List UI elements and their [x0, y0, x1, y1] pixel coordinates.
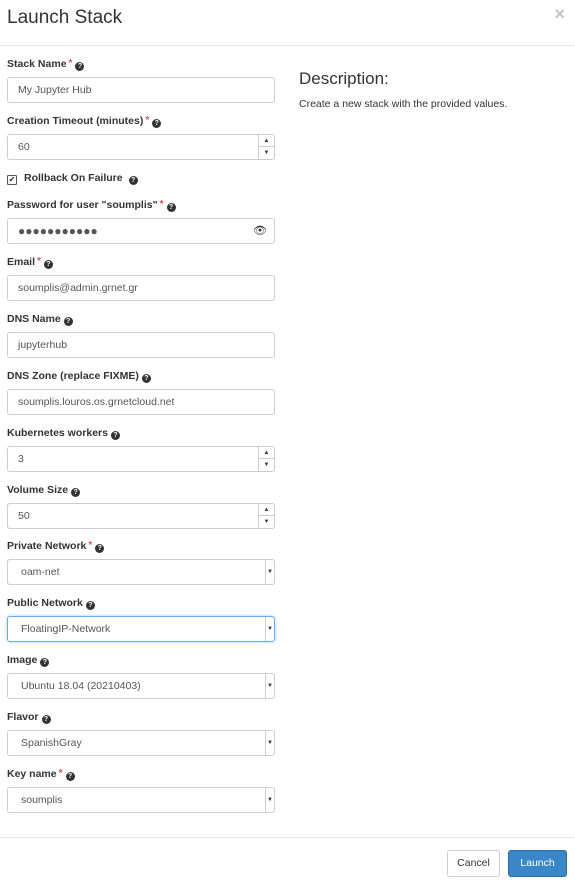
required-marker: *: [145, 115, 150, 126]
dns-name-label: DNS Name: [7, 313, 61, 325]
flavor-select[interactable]: SpanishGray ▼: [7, 730, 275, 756]
required-marker: *: [88, 540, 93, 551]
creation-timeout-field: Creation Timeout (minutes) *? 60 ▲ ▼: [7, 114, 275, 160]
email-label: Email: [7, 256, 36, 268]
email-field: Email *? soumplis@admin.grnet.gr: [7, 255, 275, 301]
private-network-label: Private Network: [7, 540, 87, 552]
modal-header: Launch Stack ×: [0, 0, 575, 46]
spinner-up-icon[interactable]: ▲: [259, 504, 274, 516]
volume-size-input[interactable]: 50 ▲ ▼: [7, 503, 275, 529]
help-icon[interactable]: ?: [43, 260, 53, 269]
private-network-value: oam-net: [21, 566, 60, 578]
dropdown-arrow-icon[interactable]: ▼: [265, 788, 274, 812]
help-icon[interactable]: ?: [41, 715, 51, 724]
flavor-field: Flavor? SpanishGray ▼: [7, 710, 275, 756]
key-name-label: Key name: [7, 768, 57, 780]
close-icon[interactable]: ×: [554, 4, 565, 25]
public-network-field: Public Network? FloatingIP-Network ▼: [7, 596, 275, 642]
number-stepper: ▲ ▼: [258, 447, 274, 471]
description-title: Description:: [299, 69, 389, 88]
help-icon[interactable]: ?: [71, 488, 81, 497]
stack-name-label: Stack Name: [7, 58, 67, 70]
dropdown-arrow-icon[interactable]: ▼: [265, 731, 274, 755]
creation-timeout-input[interactable]: 60 ▲ ▼: [7, 134, 275, 160]
email-input[interactable]: soumplis@admin.grnet.gr: [7, 275, 275, 301]
spinner-down-icon[interactable]: ▼: [259, 516, 274, 528]
cancel-button[interactable]: Cancel: [447, 850, 500, 877]
dns-zone-label: DNS Zone (replace FIXME): [7, 370, 139, 382]
dns-zone-input[interactable]: soumplis.louros.os.grnetcloud.net: [7, 389, 275, 415]
public-network-select[interactable]: FloatingIP-Network ▼: [7, 616, 275, 642]
volume-size-value: 50: [18, 510, 30, 522]
public-network-value: FloatingIP-Network: [21, 623, 111, 635]
key-name-field: Key name *? soumplis ▼: [7, 767, 275, 813]
help-icon[interactable]: ?: [166, 203, 176, 212]
dns-name-field: DNS Name? jupyterhub: [7, 312, 275, 358]
private-network-field: Private Network *? oam-net ▼: [7, 539, 275, 585]
modal-footer: Cancel Launch: [0, 837, 575, 885]
password-input[interactable]: ●●●●●●●●●●● 👁: [7, 218, 275, 244]
public-network-label: Public Network: [7, 597, 83, 609]
image-field: Image? Ubuntu 18.04 (20210403) ▼: [7, 653, 275, 699]
rollback-label: Rollback On Failure: [24, 172, 123, 184]
volume-size-field: Volume Size? 50 ▲ ▼: [7, 483, 275, 529]
password-field: Password for user "soumplis" *? ●●●●●●●●●…: [7, 198, 275, 244]
number-stepper: ▲ ▼: [258, 504, 274, 528]
key-name-select[interactable]: soumplis ▼: [7, 787, 275, 813]
k8s-workers-input[interactable]: 3 ▲ ▼: [7, 446, 275, 472]
help-icon[interactable]: ?: [85, 601, 95, 610]
number-stepper: ▲ ▼: [258, 135, 274, 159]
required-marker: *: [68, 58, 73, 69]
description-text: Create a new stack with the provided val…: [299, 98, 508, 110]
dropdown-arrow-icon[interactable]: ▼: [265, 560, 274, 584]
volume-size-label: Volume Size: [7, 484, 69, 496]
key-name-value: soumplis: [21, 794, 63, 806]
required-marker: *: [37, 256, 41, 267]
eye-icon[interactable]: 👁: [253, 219, 267, 243]
help-icon[interactable]: ?: [65, 772, 75, 781]
private-network-select[interactable]: oam-net ▼: [7, 559, 275, 585]
modal-title: Launch Stack: [7, 7, 123, 28]
spinner-down-icon[interactable]: ▼: [259, 459, 274, 471]
help-icon[interactable]: ?: [75, 62, 85, 71]
help-icon[interactable]: ?: [128, 176, 138, 185]
flavor-label: Flavor: [7, 711, 39, 723]
help-icon[interactable]: ?: [63, 317, 73, 326]
stack-name-input[interactable]: My Jupyter Hub: [7, 77, 275, 103]
spinner-down-icon[interactable]: ▼: [259, 147, 274, 159]
spinner-up-icon[interactable]: ▲: [259, 447, 274, 459]
dns-name-input[interactable]: jupyterhub: [7, 332, 275, 358]
rollback-checkbox-row[interactable]: ✔ Rollback On Failure?: [7, 171, 275, 185]
launch-button[interactable]: Launch: [508, 850, 567, 877]
required-marker: *: [159, 199, 164, 210]
creation-timeout-label: Creation Timeout (minutes): [7, 115, 144, 127]
k8s-workers-label: Kubernetes workers: [7, 427, 108, 439]
dns-zone-field: DNS Zone (replace FIXME)? soumplis.louro…: [7, 369, 275, 415]
creation-timeout-value: 60: [18, 141, 30, 153]
checkbox-icon[interactable]: ✔: [7, 175, 17, 185]
password-value: ●●●●●●●●●●●: [18, 224, 98, 238]
flavor-value: SpanishGray: [21, 737, 82, 749]
k8s-workers-value: 3: [18, 453, 24, 465]
dropdown-arrow-icon[interactable]: ▼: [265, 617, 274, 641]
required-marker: *: [58, 768, 63, 779]
help-icon[interactable]: ?: [40, 658, 50, 667]
stack-name-field: Stack Name *? My Jupyter Hub: [7, 57, 275, 103]
help-icon[interactable]: ?: [141, 374, 151, 383]
password-label: Password for user "soumplis": [7, 199, 158, 211]
image-select[interactable]: Ubuntu 18.04 (20210403) ▼: [7, 673, 275, 699]
help-icon[interactable]: ?: [110, 431, 120, 440]
image-label: Image: [7, 654, 38, 666]
help-icon[interactable]: ?: [152, 119, 162, 128]
help-icon[interactable]: ?: [95, 544, 105, 553]
spinner-up-icon[interactable]: ▲: [259, 135, 274, 147]
k8s-workers-field: Kubernetes workers? 3 ▲ ▼: [7, 426, 275, 472]
description-panel: Description: Create a new stack with the…: [299, 69, 559, 110]
image-value: Ubuntu 18.04 (20210403): [21, 680, 141, 692]
dropdown-arrow-icon[interactable]: ▼: [265, 674, 274, 698]
